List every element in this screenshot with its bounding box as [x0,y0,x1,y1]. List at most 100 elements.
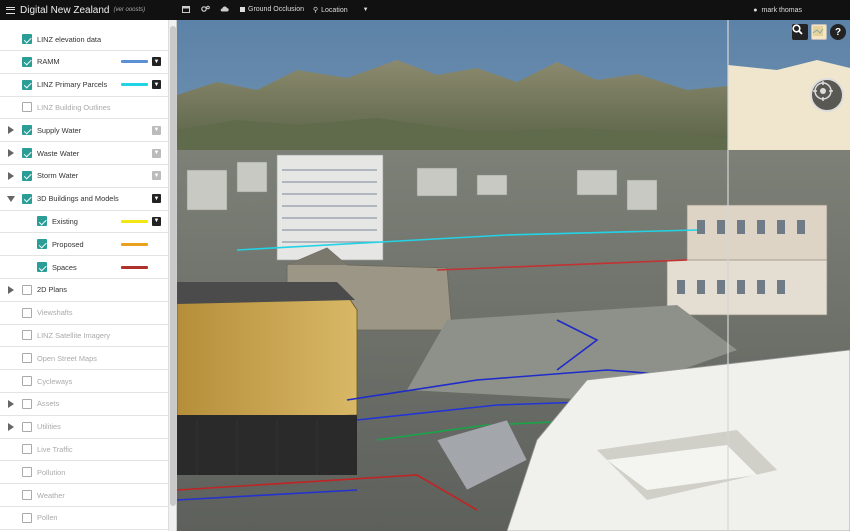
scrollbar-thumb[interactable] [170,26,176,506]
layer-panel-scrollbar[interactable] [168,20,176,531]
expand-caret-right-icon[interactable] [8,399,14,408]
layer-row[interactable]: Pollen [0,507,168,530]
map-viewport[interactable]: ? [177,20,850,531]
layer-label: Existing [52,216,78,226]
map-marker-icon: ⚲ [313,7,319,14]
expand-caret-right-icon[interactable] [8,422,14,431]
layer-label: Open Street Maps [37,353,97,363]
layer-row[interactable]: LINZ elevation data [0,28,168,51]
layer-row[interactable]: Supply Water ▼ [0,119,168,143]
caret-down-icon: ▼ [362,7,369,13]
layer-checkbox[interactable] [22,376,32,386]
layer-row[interactable]: Open Street Maps [0,347,168,371]
layer-row[interactable]: Pollution [0,461,168,485]
layer-checkbox[interactable] [22,102,32,113]
layer-checkbox[interactable] [22,125,32,136]
layer-label: Utilities [37,422,61,432]
calendar-icon[interactable] [182,5,190,15]
filter-icon[interactable]: ▼ [152,125,161,135]
filter-icon[interactable]: ▼ [152,80,161,90]
expand-caret-right-icon[interactable] [8,285,14,294]
layer-row[interactable]: LINZ Primary Parcels ▼ [0,74,168,97]
layer-checkbox[interactable] [22,353,32,364]
layer-checkbox[interactable] [22,512,32,523]
layer-panel: LINZ elevation data RAMM ▼ LINZ Primary Par… [0,20,177,531]
layer-checkbox[interactable] [22,79,32,90]
layer-checkbox[interactable] [22,490,32,500]
layer-row[interactable]: 3D Buildings and Models ▼ [0,188,168,211]
layer-row[interactable]: Assets [0,393,168,416]
layer-checkbox[interactable] [37,239,47,250]
hamburger-icon [5,6,15,14]
layer-row[interactable]: Existing ▼ [0,210,168,234]
search-button[interactable] [792,24,808,40]
layer-label: Weather [37,490,65,500]
layer-checkbox[interactable] [22,170,32,181]
layer-checkbox[interactable] [22,398,32,409]
ground-occlusion-toggle[interactable]: Ground Occlusion [240,6,304,13]
layer-checkbox[interactable] [22,307,32,318]
basemap-button[interactable] [811,24,827,40]
filter-icon[interactable]: ▼ [152,194,161,204]
layer-row[interactable]: LINZ Satellite Imagery [0,324,168,348]
layer-row[interactable]: 2D Plans [0,279,168,302]
layer-row[interactable]: Cycleways [0,370,168,393]
location-label: Location [321,6,348,14]
app-title: Digital New Zealand [20,4,110,16]
layer-row[interactable]: Weather [0,484,168,507]
layer-label: Spaces [52,262,77,272]
ground-occlusion-label: Ground Occlusion [248,6,305,13]
layer-row[interactable]: Live Traffic [0,438,168,462]
layer-label: Assets [37,399,60,409]
expand-caret-right-icon[interactable] [8,171,14,180]
layer-label: Viewshafts [37,308,73,318]
expand-caret-down-icon[interactable] [7,195,15,202]
layer-color-swatch [121,60,148,64]
filter-icon[interactable]: ▼ [152,148,161,158]
menu-button[interactable] [0,0,20,20]
layer-checkbox[interactable] [37,216,47,227]
layer-color-swatch [121,219,148,223]
filter-icon[interactable]: ▼ [152,57,161,67]
layer-label: Pollution [37,467,66,477]
location-dropdown[interactable]: ⚲ Location ▼ [313,6,369,15]
layer-row[interactable]: Viewshafts [0,302,168,325]
compass-control[interactable] [810,78,844,112]
filter-icon[interactable]: ▼ [152,216,161,226]
layer-checkbox[interactable] [22,56,32,67]
layer-row[interactable]: Storm Water ▼ [0,165,168,188]
user-icon: ● [753,6,758,14]
settings-icon[interactable] [201,5,210,15]
layer-checkbox[interactable] [22,444,32,455]
search-icon [792,24,803,35]
layer-row[interactable]: LINZ Building Outlines [0,96,168,120]
layer-row[interactable]: Utilities [0,416,168,439]
layer-row[interactable]: Waste Water ▼ [0,142,168,165]
help-button[interactable]: ? [830,24,846,40]
layer-label: Storm Water [37,171,79,181]
layer-label: LINZ Primary Parcels [37,80,108,90]
layer-checkbox[interactable] [22,284,32,295]
user-menu[interactable]: ● mark thomas [753,0,802,20]
layer-checkbox[interactable] [22,148,32,158]
layer-checkbox[interactable] [22,34,32,44]
expand-caret-right-icon[interactable] [8,126,14,135]
top-bar: Digital New Zealand (ver ooosts) Ground … [0,0,850,20]
layer-color-swatch [121,242,148,246]
layer-row[interactable]: Spaces [0,256,168,279]
expand-caret-right-icon[interactable] [8,149,14,157]
cloud-icon[interactable] [220,5,229,15]
layer-label: RAMM [37,57,60,67]
layer-label: Pollen [37,513,58,523]
layer-checkbox[interactable] [22,467,32,478]
layer-label: Supply Water [37,125,82,135]
layer-checkbox[interactable] [22,421,32,432]
user-name: mark thomas [761,6,802,14]
layer-row[interactable]: RAMM ▼ [0,51,168,74]
filter-icon[interactable]: ▼ [152,171,161,181]
layer-row[interactable]: Proposed [0,233,168,257]
layer-checkbox[interactable] [22,193,32,204]
checkbox-square-icon [240,7,245,12]
layer-checkbox[interactable] [22,330,32,341]
layer-checkbox[interactable] [37,262,47,272]
